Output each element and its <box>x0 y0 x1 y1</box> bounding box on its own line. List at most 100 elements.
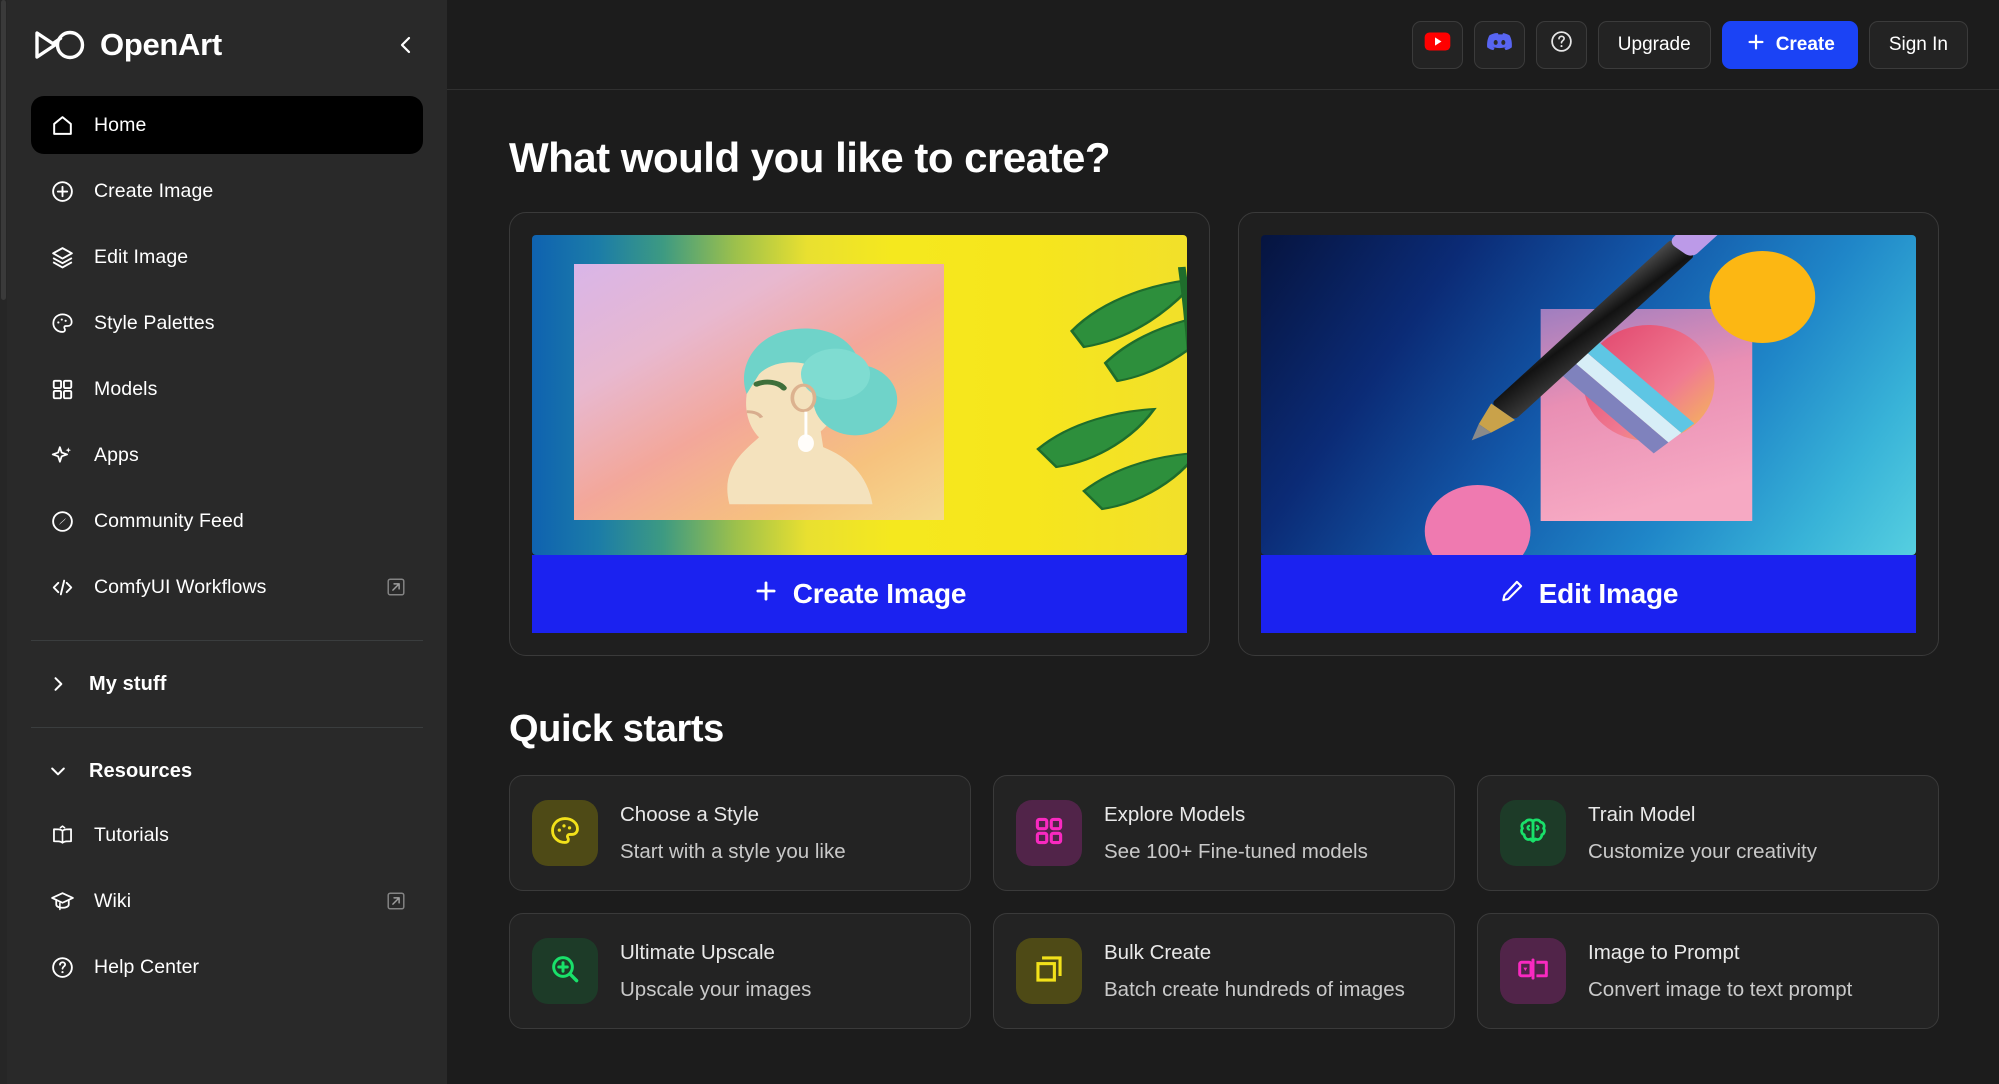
layers-icon <box>47 242 77 272</box>
sidebar-item-comfyui-workflows[interactable]: ComfyUI Workflows <box>31 558 423 616</box>
page-scrollbar[interactable] <box>0 0 7 1084</box>
quick-start-subtitle: See 100+ Fine-tuned models <box>1104 839 1368 863</box>
plus-circle-icon <box>47 176 77 206</box>
external-link-icon <box>385 576 407 598</box>
discord-icon <box>1486 31 1513 58</box>
sidebar-item-label: Models <box>94 377 158 400</box>
sidebar-item-create-image[interactable]: Create Image <box>31 162 423 220</box>
quick-start-text: Ultimate Upscale Upscale your images <box>620 941 811 1002</box>
quick-start-subtitle: Batch create hundreds of images <box>1104 977 1405 1001</box>
sidebar-item-label: Help Center <box>94 955 200 978</box>
quick-start-title: Choose a Style <box>620 802 760 826</box>
grid-icon <box>1032 814 1066 853</box>
sidebar-item-apps[interactable]: Apps <box>31 426 423 484</box>
quick-start-card-image-to-prompt[interactable]: Image to Prompt Convert image to text pr… <box>1477 913 1939 1029</box>
help-button[interactable] <box>1535 20 1587 69</box>
sidebar-divider-2 <box>31 727 423 728</box>
openart-infinity-logo <box>33 28 87 62</box>
quick-start-subtitle: Start with a style you like <box>620 839 846 863</box>
chevron-left-icon[interactable] <box>389 28 423 62</box>
quick-start-icon-tile <box>1016 938 1082 1004</box>
create-button[interactable]: Create <box>1721 20 1858 69</box>
brand-name: OpenArt <box>100 27 222 62</box>
sidebar-nav: Home Create Image Edit Image Style Palet… <box>7 90 447 624</box>
home-icon <box>47 110 77 140</box>
sidebar-item-community-feed[interactable]: Community Feed <box>31 492 423 550</box>
quick-start-card-ultimate-upscale[interactable]: Ultimate Upscale Upscale your images <box>509 913 971 1029</box>
quick-start-subtitle: Upscale your images <box>620 977 812 1001</box>
upgrade-label: Upgrade <box>1617 33 1691 55</box>
book-open-icon <box>47 820 77 850</box>
hero-cta-label: Edit Image <box>1538 578 1679 609</box>
sidebar-item-edit-image[interactable]: Edit Image <box>31 228 423 286</box>
signin-button[interactable]: Sign In <box>1868 20 1968 69</box>
discord-button[interactable] <box>1473 20 1525 69</box>
main-column: Upgrade Create Sign In What would you li… <box>447 0 1999 1084</box>
sparkle-icon <box>47 440 77 470</box>
sidebar-item-label: ComfyUI Workflows <box>94 575 267 598</box>
youtube-icon <box>1424 32 1451 57</box>
sidebar-group-resources[interactable]: Resources <box>7 744 447 798</box>
quick-start-card-explore-models[interactable]: Explore Models See 100+ Fine-tuned model… <box>993 775 1455 891</box>
brand-header: OpenArt <box>7 0 447 90</box>
quick-start-subtitle: Customize your creativity <box>1588 839 1817 863</box>
brain-icon <box>1516 814 1550 853</box>
sidebar-item-label: Style Palettes <box>94 311 215 334</box>
hero-card-row: Create Image Edit Image <box>509 212 1939 656</box>
sidebar-divider-1 <box>31 640 423 641</box>
create-label: Create <box>1775 33 1835 55</box>
sidebar-item-label: Tutorials <box>94 823 169 846</box>
quick-start-text: Bulk Create Batch create hundreds of ima… <box>1104 941 1405 1002</box>
hero-art-edit-image <box>1261 235 1916 555</box>
sidebar-item-tutorials[interactable]: Tutorials <box>31 806 423 864</box>
scrollbar-thumb[interactable] <box>1 0 6 300</box>
sidebar-item-help-center[interactable]: Help Center <box>31 938 423 996</box>
quick-start-text: Explore Models See 100+ Fine-tuned model… <box>1104 803 1368 864</box>
chevron-right-icon <box>47 673 69 695</box>
sidebar-item-wiki[interactable]: Wiki <box>31 872 423 930</box>
signin-label: Sign In <box>1888 33 1948 55</box>
section-title-quick-starts: Quick starts <box>509 708 724 750</box>
sidebar-group-my-stuff[interactable]: My stuff <box>7 657 447 711</box>
youtube-button[interactable] <box>1411 20 1463 69</box>
code-icon <box>47 572 77 602</box>
quick-start-card-train-model[interactable]: Train Model Customize your creativity <box>1477 775 1939 891</box>
sidebar-item-label: Create Image <box>94 179 214 202</box>
quick-start-card-choose-a-style[interactable]: Choose a Style Start with a style you li… <box>509 775 971 891</box>
quick-start-card-bulk-create[interactable]: Bulk Create Batch create hundreds of ima… <box>993 913 1455 1029</box>
quick-start-title: Explore Models <box>1104 802 1246 826</box>
question-circle-icon <box>1549 29 1574 60</box>
hero-card-edit-image[interactable]: Edit Image <box>1238 212 1939 656</box>
sidebar-item-style-palettes[interactable]: Style Palettes <box>31 294 423 352</box>
grid-icon <box>47 374 77 404</box>
main-content: What would you like to create? Create Im… <box>447 90 1999 1084</box>
sidebar: OpenArt Home Create Image Edit Image Sty… <box>7 0 447 1084</box>
sidebar-resources-nav: Tutorials Wiki Help Center <box>7 798 447 1004</box>
sidebar-item-label: Wiki <box>94 889 132 912</box>
sidebar-group-label: My stuff <box>89 672 167 695</box>
page-title: What would you like to create? <box>509 134 1111 181</box>
sidebar-item-home[interactable]: Home <box>31 96 423 154</box>
quick-start-text: Choose a Style Start with a style you li… <box>620 803 846 864</box>
quick-start-icon-tile <box>1016 800 1082 866</box>
quick-start-title: Train Model <box>1588 802 1696 826</box>
image-to-text-icon <box>1516 952 1550 991</box>
palette-icon <box>548 814 582 853</box>
chevron-down-icon <box>47 760 69 782</box>
sidebar-item-label: Apps <box>94 443 139 466</box>
sidebar-item-label: Edit Image <box>94 245 189 268</box>
pencil-icon <box>1499 578 1525 611</box>
quick-start-text: Image to Prompt Convert image to text pr… <box>1588 941 1852 1002</box>
hero-card-create-image[interactable]: Create Image <box>509 212 1210 656</box>
hero-cta-edit-image[interactable]: Edit Image <box>1261 555 1916 633</box>
hero-cta-label: Create Image <box>792 578 967 609</box>
graduation-cap-icon <box>47 886 77 916</box>
quick-starts-grid: Choose a Style Start with a style you li… <box>509 775 1939 1029</box>
hero-cta-create-image[interactable]: Create Image <box>532 555 1187 633</box>
sidebar-item-models[interactable]: Models <box>31 360 423 418</box>
quick-start-title: Bulk Create <box>1104 940 1212 964</box>
compass-icon <box>47 506 77 536</box>
upgrade-button[interactable]: Upgrade <box>1597 20 1711 69</box>
hero-art-create-image <box>532 235 1187 555</box>
quick-start-title: Image to Prompt <box>1588 940 1740 964</box>
